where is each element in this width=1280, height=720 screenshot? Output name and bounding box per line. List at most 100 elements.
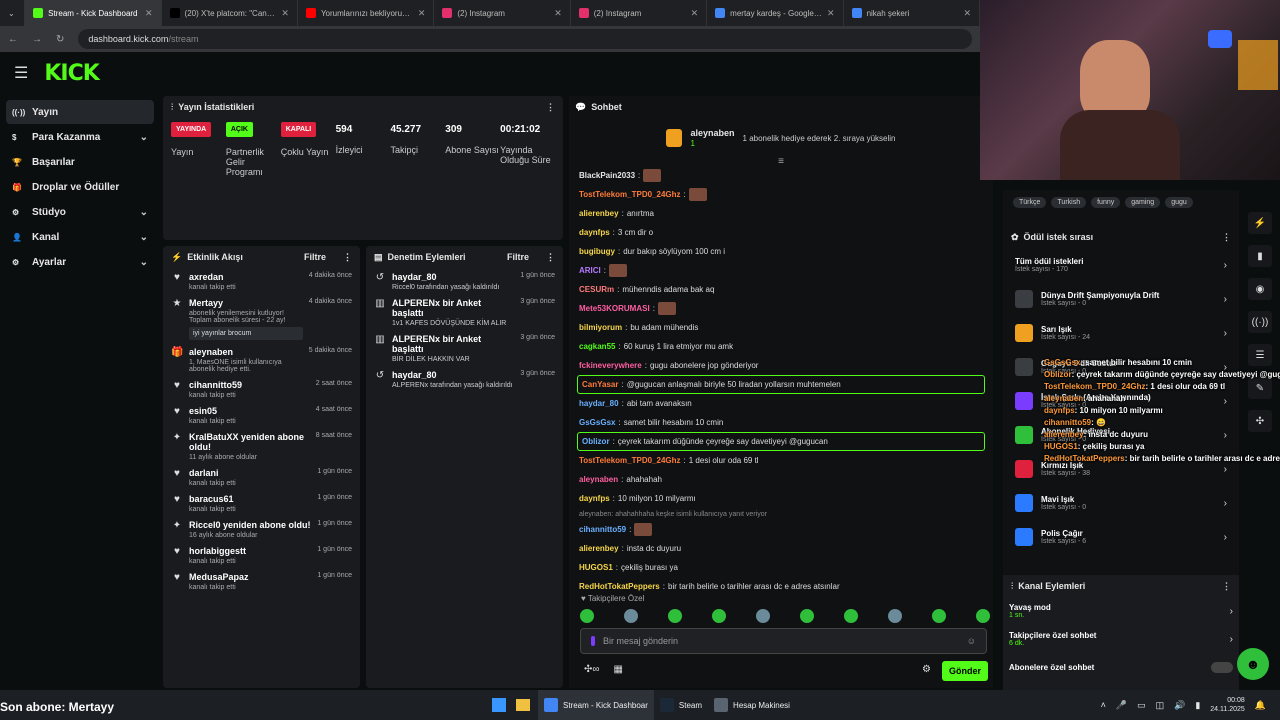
browser-tab[interactable]: (20) X'te platcom: "Can Sakızı... ✕ [162,0,298,26]
emote-icon[interactable] [932,609,946,623]
broadcast-icon[interactable]: ((·)) [1248,311,1272,333]
tag-chip[interactable]: gugu [1165,196,1193,208]
close-icon[interactable]: ✕ [145,8,153,19]
close-icon[interactable]: ✕ [827,8,835,19]
emote-icon[interactable] [624,609,638,623]
reward-item[interactable]: Sarı Işık İstek sayısı - 24 › [1003,316,1239,350]
close-icon[interactable]: ✕ [281,8,289,19]
tab-menu-button[interactable]: ⌄ [0,0,26,26]
hamburger-icon[interactable]: ☰ [14,63,28,83]
sidebar-item[interactable]: 👤 Kanal ⌄ [6,225,154,249]
tag-chip[interactable]: Türkçe [1013,196,1047,208]
chat-bubble-icon[interactable]: ◉ [1248,278,1272,300]
browser-tab[interactable]: mertay kardeş - Google'da Ara ✕ [707,0,844,26]
tag-chip[interactable]: funny [1091,196,1121,208]
close-icon[interactable]: ✕ [691,8,699,19]
battery-icon[interactable]: ▮ [1195,700,1200,711]
points-icon[interactable]: ✣∞ [584,664,600,675]
chat-username[interactable]: TostTelekom_TPD0_24Ghz [579,190,681,199]
chat-username[interactable]: CanYasar [582,380,618,389]
emote-icon[interactable] [756,609,770,623]
notification-icon[interactable]: 🔔 [1255,700,1266,711]
chat-username[interactable]: RedHotTokatPeppers [579,582,660,591]
chat-username[interactable]: aleynaben [579,475,618,484]
more-icon[interactable]: ⋮ [546,252,555,263]
more-icon[interactable]: ⋮ [1222,232,1231,243]
support-chat-button[interactable]: ☻ [1237,648,1269,680]
emote-icon[interactable] [800,609,814,623]
taskbar-app[interactable]: Hesap Makinesi [708,690,796,720]
chevron-up-icon[interactable]: ˄ [1101,700,1106,710]
chat-username[interactable]: alierenbey [579,209,619,218]
chat-username[interactable]: bilmiyorum [579,323,622,332]
chat-username[interactable]: ARICI [579,266,601,275]
emoji-icon[interactable]: ☺ [967,636,976,646]
channel-action-item[interactable]: Takipçilere özel sohbet 6 dk. › [1003,625,1239,653]
channel-action-item[interactable]: Yavaş mod 1 sn. › [1003,597,1239,625]
sidebar-item[interactable]: ⚙ Stüdyo ⌄ [6,200,154,224]
chat-username[interactable]: TostTelekom_TPD0_24Ghz [579,456,681,465]
chat-username[interactable]: Mete53KORUMASI [579,304,650,313]
forward-icon[interactable]: → [32,34,42,45]
document-icon[interactable]: ▮ [1248,245,1272,267]
emote-icon[interactable] [888,609,902,623]
reward-item[interactable]: Dünya Drift Şampiyonuyla Drift İstek sayı… [1003,282,1239,316]
chat-username[interactable]: HUGOS1 [579,563,613,572]
browser-tab[interactable]: Yorumlarınızı bekliyorum. - Yo... ✕ [298,0,435,26]
emote-icon[interactable] [844,609,858,623]
browser-tab[interactable]: nikah şekeri ✕ [844,0,980,26]
store-icon[interactable]: ▦ [614,664,623,675]
emote-icon[interactable] [712,609,726,623]
chat-username[interactable]: alierenbey [579,544,619,553]
file-explorer-icon[interactable] [516,699,530,711]
chat-username[interactable]: bugibugy [579,247,615,256]
taskbar-app[interactable]: Steam [654,690,708,720]
bolt-icon[interactable]: ⚡ [1248,212,1272,234]
windows-start-icon[interactable] [492,698,506,712]
chat-username[interactable]: haydar_80 [579,399,619,408]
browser-tab[interactable]: (2) Instagram ✕ [571,0,708,26]
sidebar-item[interactable]: ⚙ Ayarlar ⌄ [6,250,154,274]
sidebar-item[interactable]: 🏆 Başarılar [6,150,154,174]
channel-action-item[interactable]: Abonelere özel sohbet [1003,653,1239,681]
chat-username[interactable]: GsGsGsx [579,418,615,427]
emote-icon[interactable] [580,609,594,623]
display-icon[interactable]: ▭ [1137,700,1146,711]
close-icon[interactable]: ✕ [418,8,426,19]
kick-logo[interactable]: KICK [44,61,99,86]
network-icon[interactable]: ◫ [1156,700,1165,711]
tag-chip[interactable]: gaming [1125,196,1161,208]
url-field[interactable]: dashboard.kick.com/stream [78,29,972,49]
moderation-filter-button[interactable]: Filtre [507,252,529,262]
chat-settings-icon[interactable]: ⚙ [922,664,931,675]
microphone-icon[interactable]: 🎤 [1116,700,1127,711]
browser-tab[interactable]: (2) Instagram ✕ [434,0,571,26]
send-button[interactable]: Gönder [942,661,988,681]
chat-username[interactable]: CESURm [579,285,614,294]
reload-icon[interactable]: ↻ [56,34,64,45]
chat-input[interactable]: Bir mesaj gönderin ☺ [580,628,987,654]
back-icon[interactable]: ← [8,34,18,45]
browser-tab[interactable]: Stream - Kick Dashboard ✕ [25,0,162,26]
tag-chip[interactable]: Turkish [1051,196,1087,208]
reward-item[interactable]: Tüm ödül istekleri İstek sayısı - 170 › [1003,248,1239,282]
emote-icon[interactable] [668,609,682,623]
clock[interactable]: 00:08 24.11.2025 [1210,696,1245,714]
chat-username[interactable]: daynfps [579,228,610,237]
volume-icon[interactable]: 🔊 [1174,700,1185,711]
sidebar-item[interactable]: $ Para Kazanma ⌄ [6,125,154,149]
toggle-switch[interactable] [1211,661,1233,673]
more-icon[interactable]: ⋮ [343,252,352,263]
chat-username[interactable]: daynfps [579,494,610,503]
activity-filter-button[interactable]: Filtre [304,252,326,262]
chat-username[interactable]: fckineverywhere [579,361,642,370]
sidebar-item[interactable]: 🎁 Droplar ve Ödüller [6,175,154,199]
chat-username[interactable]: cihannitto59 [579,525,626,534]
chat-username[interactable]: BlackPain2033 [579,171,635,180]
close-icon[interactable]: ✕ [554,8,562,19]
chat-username[interactable]: cagkan55 [579,342,615,351]
more-icon[interactable]: ⋮ [1222,581,1231,592]
emote-icon[interactable] [976,609,990,623]
more-icon[interactable]: ⋮ [546,102,555,113]
chat-username[interactable]: Oblizor [582,437,610,446]
